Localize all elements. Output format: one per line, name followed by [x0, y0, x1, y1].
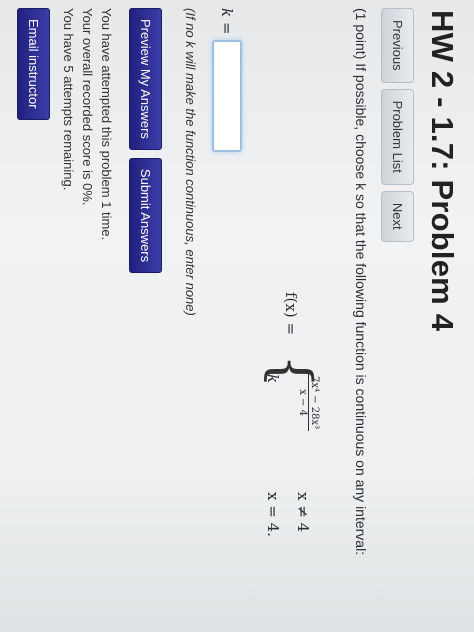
answer-input[interactable]: [212, 40, 242, 153]
answer-actions: Preview My Answers Submit Answers: [129, 8, 162, 274]
problem-statement: (1 point) If possible, choose k so that …: [352, 8, 370, 608]
answer-label: k =: [218, 8, 236, 35]
case-1-numerator: 7x⁴ − 28x³: [308, 374, 320, 432]
next-button[interactable]: Next: [381, 190, 414, 242]
problem-page: HW 2 - 1.7: Problem 4 Previous Problem L…: [0, 0, 474, 632]
case-1-fraction: 7x⁴ − 28x³ x − 4: [297, 374, 320, 432]
email-instructor-button[interactable]: Email instructor: [17, 8, 50, 120]
points-label: (1 point): [353, 8, 369, 60]
attempts-text: You have attempted this problem 1 time.: [99, 8, 114, 241]
case-1-denominator: x − 4: [297, 389, 308, 416]
problem-list-button[interactable]: Problem List: [381, 88, 414, 185]
submit-answers-button[interactable]: Submit Answers: [129, 157, 162, 274]
case-1-condition: x ≠ 4: [294, 492, 312, 533]
score-text: Your overall recorded score is 0%.: [80, 8, 95, 206]
page-title: HW 2 - 1.7: Problem 4: [425, 10, 460, 332]
case-2-condition: x = 4.: [264, 492, 282, 537]
answer-hint: (If no k will make the function continuo…: [183, 8, 198, 316]
attempt-status: You have attempted this problem 1 time. …: [59, 8, 116, 240]
previous-button[interactable]: Previous: [381, 8, 414, 83]
case-2-expression: k: [264, 374, 282, 384]
preview-answers-button[interactable]: Preview My Answers: [129, 8, 162, 150]
answer-row: k =: [212, 8, 242, 153]
function-lhs: f(x) =: [282, 292, 300, 336]
problem-text: If possible, choose k so that the follow…: [353, 63, 369, 556]
case-1: 7x⁴ − 28x³ x − 4: [297, 374, 320, 432]
remaining-text: You have 5 attempts remaining.: [61, 8, 76, 191]
problem-nav: Previous Problem List Next: [381, 8, 414, 242]
